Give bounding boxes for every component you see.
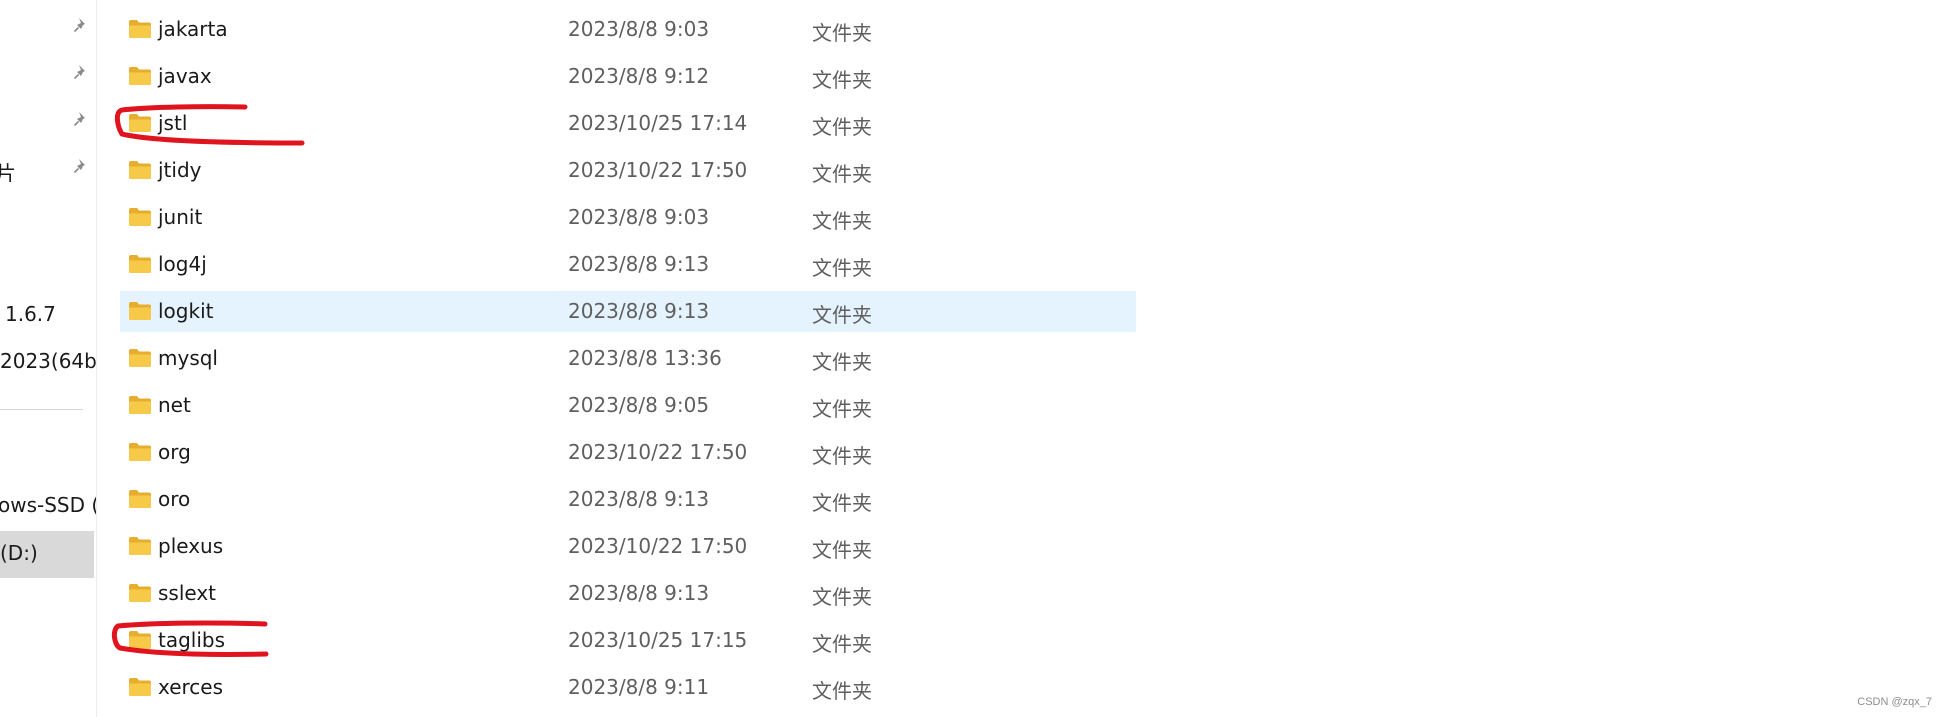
folder-icon [129, 537, 151, 555]
file-list: jakarta 2023/8/8 9:03 文件夹 javax 2023/8/8 9:1… [120, 0, 1140, 717]
pin-icon[interactable] [72, 63, 90, 81]
file-name: logkit [158, 299, 214, 323]
file-explorer-window: 片 1.6.7 2023(64bit ows-SSD (C (D:) jakar… [0, 0, 1944, 717]
file-row-javax[interactable]: javax 2023/8/8 9:12 文件夹 [120, 56, 1136, 97]
file-modified-date: 2023/8/8 9:03 [568, 205, 710, 229]
pin-icon[interactable] [72, 110, 90, 128]
folder-icon [129, 67, 151, 85]
file-row-mysql[interactable]: mysql 2023/8/8 13:36 文件夹 [120, 338, 1136, 379]
file-row-xerces[interactable]: xerces 2023/8/8 9:11 文件夹 [120, 667, 1136, 708]
file-type: 文件夹 [812, 115, 872, 139]
file-row-sslext[interactable]: sslext 2023/8/8 9:13 文件夹 [120, 573, 1136, 614]
folder-icon [129, 114, 151, 132]
nav-divider [0, 409, 83, 410]
file-type: 文件夹 [812, 21, 872, 45]
nav-item-quick-access-pictures[interactable]: 片 [0, 157, 16, 186]
file-type: 文件夹 [812, 68, 872, 92]
file-type: 文件夹 [812, 585, 872, 609]
nav-item-app-1-6-7[interactable]: 1.6.7 [5, 302, 56, 326]
file-modified-date: 2023/8/8 9:13 [568, 581, 710, 605]
file-type: 文件夹 [812, 397, 872, 421]
file-modified-date: 2023/10/22 17:50 [568, 534, 748, 558]
file-name: mysql [158, 346, 218, 370]
file-row-net[interactable]: net 2023/8/8 9:05 文件夹 [120, 385, 1136, 426]
watermark: CSDN @zqx_7 [1857, 696, 1932, 708]
file-name: org [158, 440, 191, 464]
file-modified-date: 2023/10/22 17:50 [568, 158, 748, 182]
folder-icon [129, 490, 151, 508]
file-type: 文件夹 [812, 303, 872, 327]
file-type: 文件夹 [812, 679, 872, 703]
file-row-log4j[interactable]: log4j 2023/8/8 9:13 文件夹 [120, 244, 1136, 285]
file-modified-date: 2023/8/8 9:13 [568, 487, 710, 511]
pin-icon[interactable] [72, 16, 90, 34]
file-modified-date: 2023/10/22 17:50 [568, 440, 748, 464]
file-row-taglibs[interactable]: taglibs 2023/10/25 17:15 文件夹 [120, 620, 1136, 661]
file-name: xerces [158, 675, 224, 699]
file-name: plexus [158, 534, 224, 558]
folder-icon [129, 255, 151, 273]
file-row-junit[interactable]: junit 2023/8/8 9:03 文件夹 [120, 197, 1136, 238]
file-name: oro [158, 487, 191, 511]
file-name: log4j [158, 252, 207, 276]
file-modified-date: 2023/8/8 9:13 [568, 252, 710, 276]
file-modified-date: 2023/10/25 17:14 [568, 111, 748, 135]
folder-icon [129, 396, 151, 414]
nav-item-drive-c[interactable]: ows-SSD (C [0, 493, 96, 517]
file-row-plexus[interactable]: plexus 2023/10/22 17:50 文件夹 [120, 526, 1136, 567]
file-type: 文件夹 [812, 491, 872, 515]
file-row-jstl[interactable]: jstl 2023/10/25 17:14 文件夹 [120, 103, 1136, 144]
navigation-pane: 片 1.6.7 2023(64bit ows-SSD (C (D:) [0, 0, 97, 717]
file-row-jtidy[interactable]: jtidy 2023/10/22 17:50 文件夹 [120, 150, 1136, 191]
pin-icon[interactable] [72, 157, 90, 175]
folder-icon [129, 161, 151, 179]
folder-icon [129, 443, 151, 461]
file-row-org[interactable]: org 2023/10/22 17:50 文件夹 [120, 432, 1136, 473]
nav-item-drive-d-label: (D:) [0, 541, 38, 565]
file-row-logkit[interactable]: logkit 2023/8/8 9:13 文件夹 [120, 291, 1136, 332]
file-name: javax [158, 64, 212, 88]
file-type: 文件夹 [812, 162, 872, 186]
folder-icon [129, 349, 151, 367]
file-type: 文件夹 [812, 209, 872, 233]
file-row-jakarta[interactable]: jakarta 2023/8/8 9:03 文件夹 [120, 9, 1136, 50]
file-modified-date: 2023/8/8 9:11 [568, 675, 710, 699]
folder-icon [129, 631, 151, 649]
file-type: 文件夹 [812, 444, 872, 468]
file-type: 文件夹 [812, 256, 872, 280]
folder-icon [129, 584, 151, 602]
file-modified-date: 2023/8/8 13:36 [568, 346, 722, 370]
file-type: 文件夹 [812, 632, 872, 656]
file-modified-date: 2023/10/25 17:15 [568, 628, 748, 652]
file-modified-date: 2023/8/8 9:13 [568, 299, 710, 323]
folder-icon [129, 678, 151, 696]
file-name: sslext [158, 581, 217, 605]
file-type: 文件夹 [812, 538, 872, 562]
file-type: 文件夹 [812, 350, 872, 374]
file-name: jstl [158, 111, 188, 135]
file-name: net [158, 393, 191, 417]
file-modified-date: 2023/8/8 9:12 [568, 64, 710, 88]
file-name: junit [158, 205, 203, 229]
file-modified-date: 2023/8/8 9:05 [568, 393, 710, 417]
folder-icon [129, 208, 151, 226]
nav-item-app-2023-64bit[interactable]: 2023(64bit [0, 349, 96, 373]
file-modified-date: 2023/8/8 9:03 [568, 17, 710, 41]
nav-item-drive-d-selected[interactable]: (D:) [0, 531, 94, 578]
file-row-oro[interactable]: oro 2023/8/8 9:13 文件夹 [120, 479, 1136, 520]
file-name: jtidy [158, 158, 202, 182]
file-name: jakarta [158, 17, 228, 41]
file-name: taglibs [158, 628, 226, 652]
folder-icon [129, 20, 151, 38]
folder-icon [129, 302, 151, 320]
